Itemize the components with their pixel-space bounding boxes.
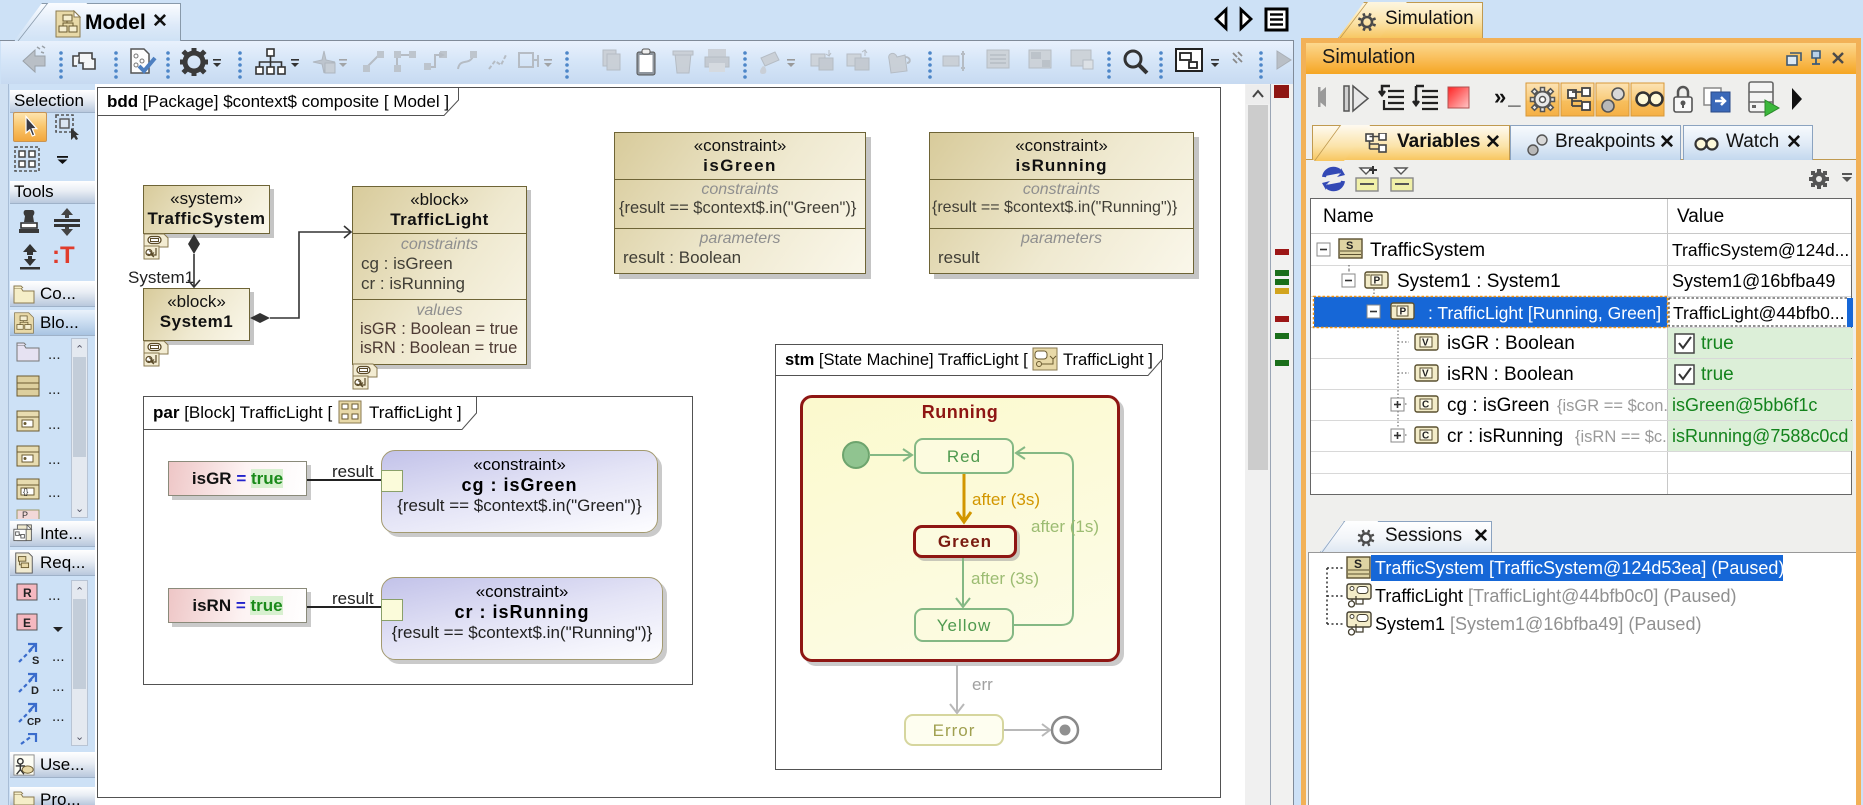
svg-text:TrafficSystem: TrafficSystem <box>1370 240 1485 261</box>
svg-text:isGR : Boolean: isGR : Boolean <box>1447 333 1575 354</box>
svg-text:isGreen@5bb6f1c: isGreen@5bb6f1c <box>1672 395 1817 415</box>
svg-text:isRunning@7588c0cd: isRunning@7588c0cd <box>1672 426 1848 446</box>
svg-text:cg : isGreen: cg : isGreen <box>1447 395 1549 416</box>
svg-text:»_: »_ <box>1494 84 1521 109</box>
svg-text:E: E <box>23 616 31 630</box>
svg-text:err: err <box>972 675 993 694</box>
svg-text:after (3s): after (3s) <box>971 569 1039 588</box>
svg-text:isRN : Boolean: isRN : Boolean <box>1447 364 1574 385</box>
svg-text:D: D <box>31 685 39 697</box>
svg-text:cr : isRunning: cr : isRunning <box>1447 426 1563 447</box>
svg-text:TrafficSystem@124d...: TrafficSystem@124d... <box>1672 240 1849 260</box>
svg-text:S: S <box>1354 557 1362 571</box>
svg-text:System1@16bfba49: System1@16bfba49 <box>1672 271 1835 291</box>
svg-text:true: true <box>1701 364 1734 385</box>
svg-text:: TrafficLight [Running, Gree: : TrafficLight [Running, Green] <box>1428 303 1661 323</box>
svg-text:{}: {} <box>23 488 29 497</box>
svg-text:CP: CP <box>27 717 41 728</box>
svg-text:after (1s): after (1s) <box>1031 517 1099 536</box>
svg-text:true: true <box>1701 333 1734 354</box>
svg-text:System1 [System1@16bfba49] (Pa: System1 [System1@16bfba49] (Paused) <box>1375 614 1701 634</box>
svg-text:S: S <box>32 655 39 667</box>
svg-text:TrafficLight@44bfb0...: TrafficLight@44bfb0... <box>1673 303 1844 323</box>
svg-text:System1 : System1: System1 : System1 <box>1397 271 1561 292</box>
svg-text:TrafficLight [TrafficLight@44b: TrafficLight [TrafficLight@44bfb0c0] (Pa… <box>1375 586 1736 606</box>
svg-text:R: R <box>23 586 32 600</box>
svg-text:P: P <box>22 510 28 519</box>
svg-text:TrafficSystem [TrafficSystem@1: TrafficSystem [TrafficSystem@124d53ea] (… <box>1375 558 1784 578</box>
svg-text:{isRN == $c...: {isRN == $c... <box>1575 428 1676 446</box>
svg-text:{isGR == $con...: {isGR == $con... <box>1557 397 1677 415</box>
svg-text:after (3s): after (3s) <box>972 490 1040 509</box>
